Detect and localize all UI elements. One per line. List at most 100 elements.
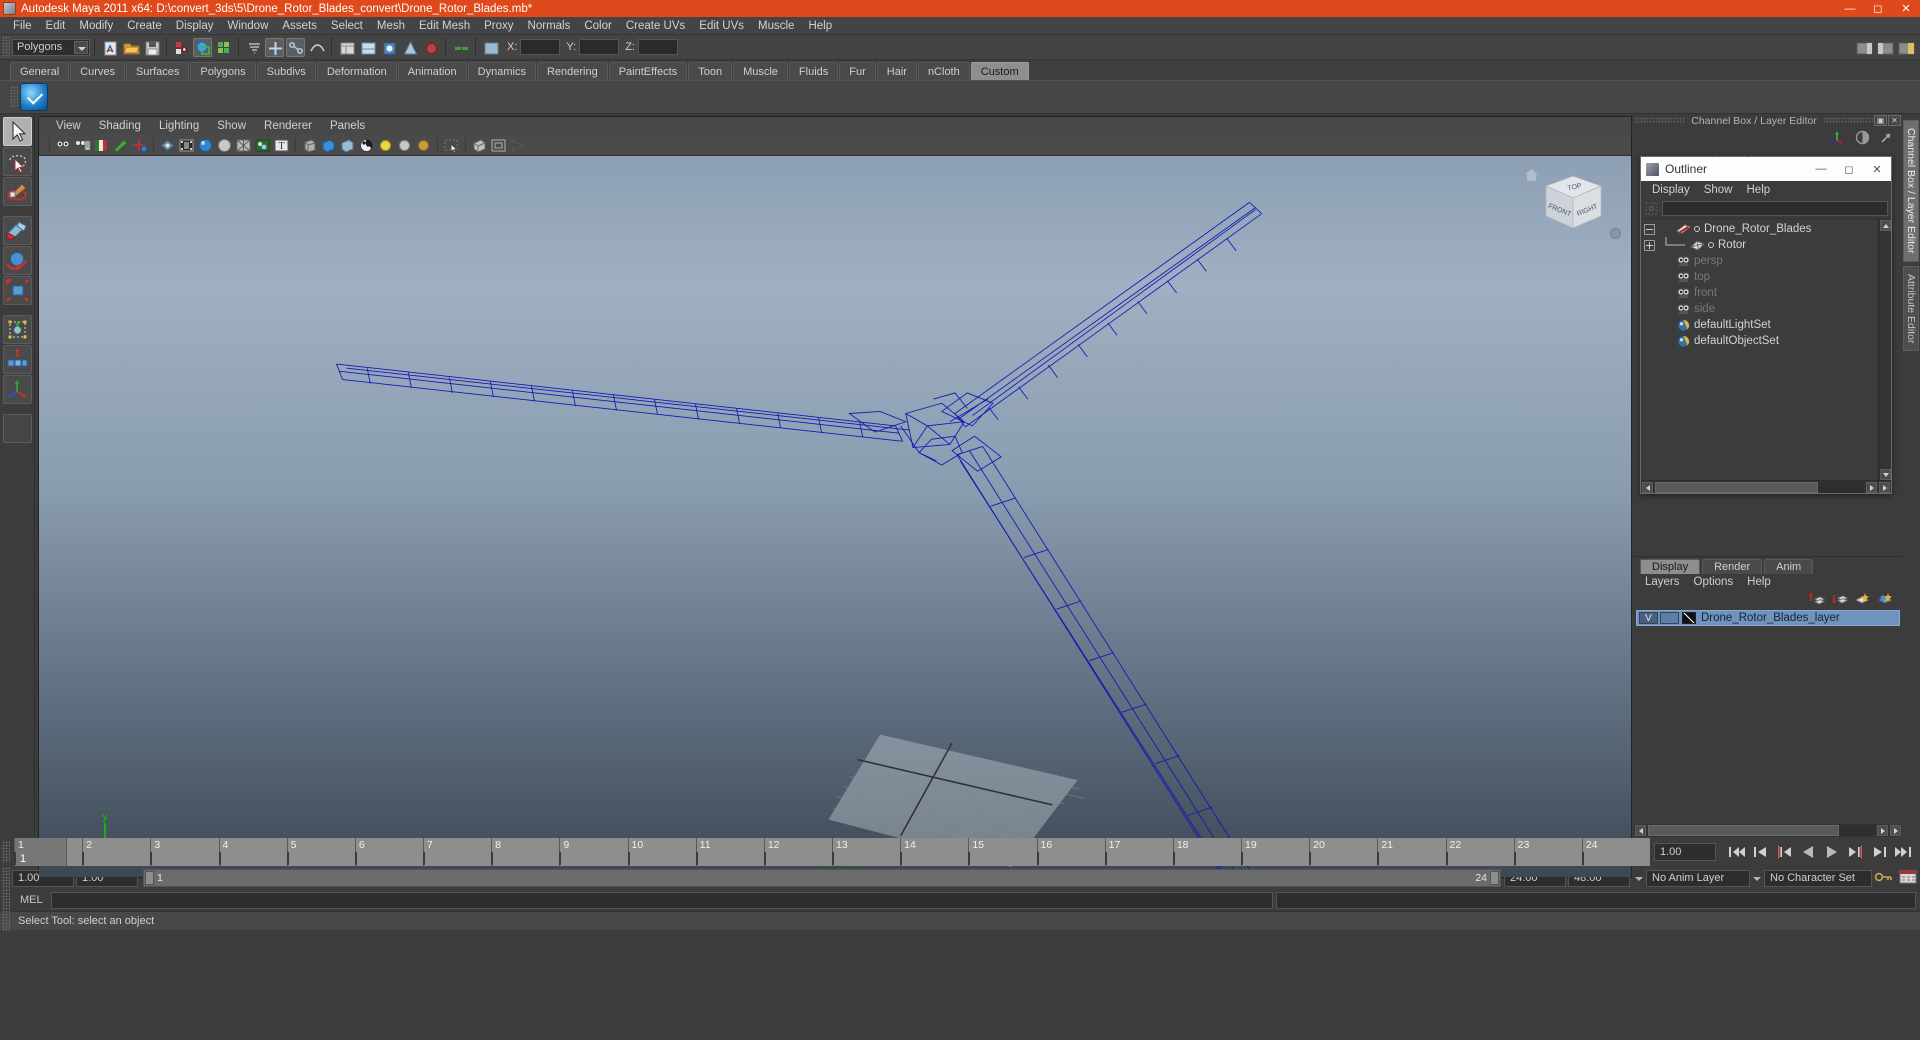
character-set-dropdown-arrow-icon[interactable] (1750, 870, 1764, 887)
shelf-tab-muscle[interactable]: Muscle (733, 62, 788, 80)
menu-file[interactable]: File (6, 19, 39, 33)
shelf-tab-hair[interactable]: Hair (876, 62, 917, 80)
layer-hscroll-track[interactable] (1648, 825, 1875, 836)
toolbar-grip[interactable] (2, 36, 10, 58)
view-cube[interactable]: TOP FRONT RIGHT (1541, 174, 1605, 236)
shelf-tab-ncloth[interactable]: nCloth (917, 62, 970, 80)
play-forwards-icon[interactable] (1821, 842, 1843, 862)
shelf-tab-subdivs[interactable]: Subdivs (256, 62, 316, 80)
viewport-menu-renderer[interactable]: Renderer (255, 120, 321, 132)
menu-edit[interactable]: Edit (39, 19, 73, 33)
show-manipulator-tool[interactable] (2, 375, 32, 404)
select-camera-icon[interactable] (55, 137, 72, 154)
play-backwards-icon[interactable] (1797, 842, 1819, 862)
outliner-search-input[interactable] (1662, 200, 1888, 216)
shelf-tab-dynamics[interactable]: Dynamics (467, 62, 536, 80)
move-layer-down-icon[interactable] (1831, 591, 1849, 606)
layer-tab-display[interactable]: Display (1640, 559, 1701, 574)
lasso-select-tool[interactable] (2, 147, 32, 176)
go-to-start-icon[interactable] (1725, 842, 1747, 862)
select-by-hierarchy-icon[interactable] (172, 38, 191, 57)
scale-tool[interactable] (2, 276, 32, 305)
menu-mesh[interactable]: Mesh (370, 19, 412, 33)
construction-history-icon[interactable] (337, 38, 356, 57)
snap-to-curves-icon[interactable] (265, 37, 284, 57)
outliner-close-button[interactable]: ✕ (1863, 157, 1891, 181)
outliner-horizontal-scrollbar[interactable] (1641, 480, 1891, 493)
bookmark-icon[interactable] (93, 137, 110, 154)
home-icon[interactable] (1524, 168, 1539, 182)
time-slider[interactable]: 1 1 2 3 4 5 6 7 8 9 10 11 12 13 14 15 16 17 18 19 20 21 22 23 2… (14, 838, 1650, 866)
outliner-item-persp[interactable]: persp (1641, 253, 1878, 269)
toggle-sidebar-green-icon[interactable] (451, 38, 470, 57)
command-line-grip[interactable] (2, 889, 10, 911)
side-tab-channel-box-layer-editor[interactable]: Channel Box / Layer Editor (1903, 120, 1919, 262)
menu-assets[interactable]: Assets (275, 19, 324, 33)
shelf-grip[interactable] (10, 86, 18, 108)
viewport-menu-lighting[interactable]: Lighting (150, 120, 208, 132)
menu-modify[interactable]: Modify (72, 19, 120, 33)
outliner-menu-show[interactable]: Show (1697, 184, 1740, 196)
viewcube-options-icon[interactable] (1610, 228, 1621, 239)
layer-scroll-left-icon[interactable] (1635, 825, 1646, 836)
render-globals-icon[interactable] (358, 38, 377, 57)
layer-tab-anim[interactable]: Anim (1764, 559, 1814, 574)
scroll-left-icon[interactable] (1642, 481, 1653, 493)
checkmark-blue-sphere-icon[interactable] (20, 83, 48, 111)
menu-color[interactable]: Color (577, 19, 618, 33)
texture-icon[interactable] (254, 137, 271, 154)
scroll-right-page-icon[interactable] (1879, 481, 1890, 493)
show-hide-tool-settings-icon[interactable] (1875, 38, 1894, 57)
layer-scroll-right-page-icon[interactable] (1890, 825, 1901, 836)
viewport-menu-show[interactable]: Show (208, 120, 255, 132)
shelf-tab-surfaces[interactable]: Surfaces (125, 62, 190, 80)
step-back-frame-icon[interactable] (1773, 842, 1795, 862)
outliner-minimize-button[interactable]: — (1807, 157, 1835, 181)
shelf-tab-rendering[interactable]: Rendering (536, 62, 608, 80)
minimize-button[interactable]: — (1836, 0, 1864, 17)
current-time-field[interactable]: 1.00 (1654, 843, 1716, 861)
z-input[interactable] (637, 39, 678, 55)
camera-attributes-icon[interactable] (74, 137, 91, 154)
close-button[interactable]: ✕ (1892, 0, 1920, 17)
menu-window[interactable]: Window (220, 19, 275, 33)
move-tool[interactable] (2, 216, 32, 245)
auto-key-icon[interactable] (1873, 868, 1895, 888)
save-scene-icon[interactable] (142, 38, 161, 57)
default-light-icon[interactable]: T (273, 137, 290, 154)
outliner-item-side[interactable]: side (1641, 301, 1878, 317)
x-input[interactable] (520, 39, 561, 55)
snap-to-view-planes-icon[interactable] (307, 38, 326, 57)
scroll-right-icon[interactable] (1866, 481, 1877, 493)
shelf-tab-curves[interactable]: Curves (70, 62, 125, 80)
render-current-frame-icon[interactable] (379, 38, 398, 57)
contrast-toggle-icon[interactable] (1855, 130, 1870, 148)
soft-modification-tool[interactable] (2, 345, 32, 374)
outliner-menu-help[interactable]: Help (1740, 184, 1778, 196)
shelf-tab-custom[interactable]: Custom (970, 62, 1029, 80)
shelf-tab-painteffects[interactable]: PaintEffects (608, 62, 688, 80)
snap-to-grids-icon[interactable] (244, 38, 263, 57)
menu-create[interactable]: Create (120, 19, 169, 33)
move-layer-up-icon[interactable] (1808, 591, 1826, 606)
new-empty-layer-icon[interactable] (1854, 591, 1871, 606)
grease-pencil-icon[interactable] (112, 137, 129, 154)
layer-tab-render[interactable]: Render (1702, 559, 1763, 574)
expand-arrow-icon[interactable] (1879, 130, 1894, 148)
range-grip[interactable] (2, 867, 10, 889)
universal-manipulator-tool[interactable] (2, 315, 32, 344)
anim-layer-selector[interactable]: No Anim Layer (1646, 869, 1750, 887)
layer-playback-toggle[interactable] (1660, 612, 1679, 624)
step-back-keyframe-icon[interactable] (1749, 842, 1771, 862)
menu-normals[interactable]: Normals (521, 19, 578, 33)
outliner-item-defaultobjectset[interactable]: defaultObjectSet (1641, 333, 1878, 349)
command-line-input[interactable] (50, 891, 1273, 909)
help-line-grip[interactable] (2, 910, 10, 932)
undock-icon[interactable]: ▣ (1874, 115, 1887, 126)
collapse-icon[interactable] (1644, 223, 1655, 235)
smooth-shade-all-icon[interactable] (197, 137, 214, 154)
layer-row[interactable]: V Drone_Rotor_Blades_layer (1636, 610, 1900, 626)
menu-edit-mesh[interactable]: Edit Mesh (412, 19, 477, 33)
outliner-item-top[interactable]: top (1641, 269, 1878, 285)
viewport-menu-view[interactable]: View (47, 120, 90, 132)
